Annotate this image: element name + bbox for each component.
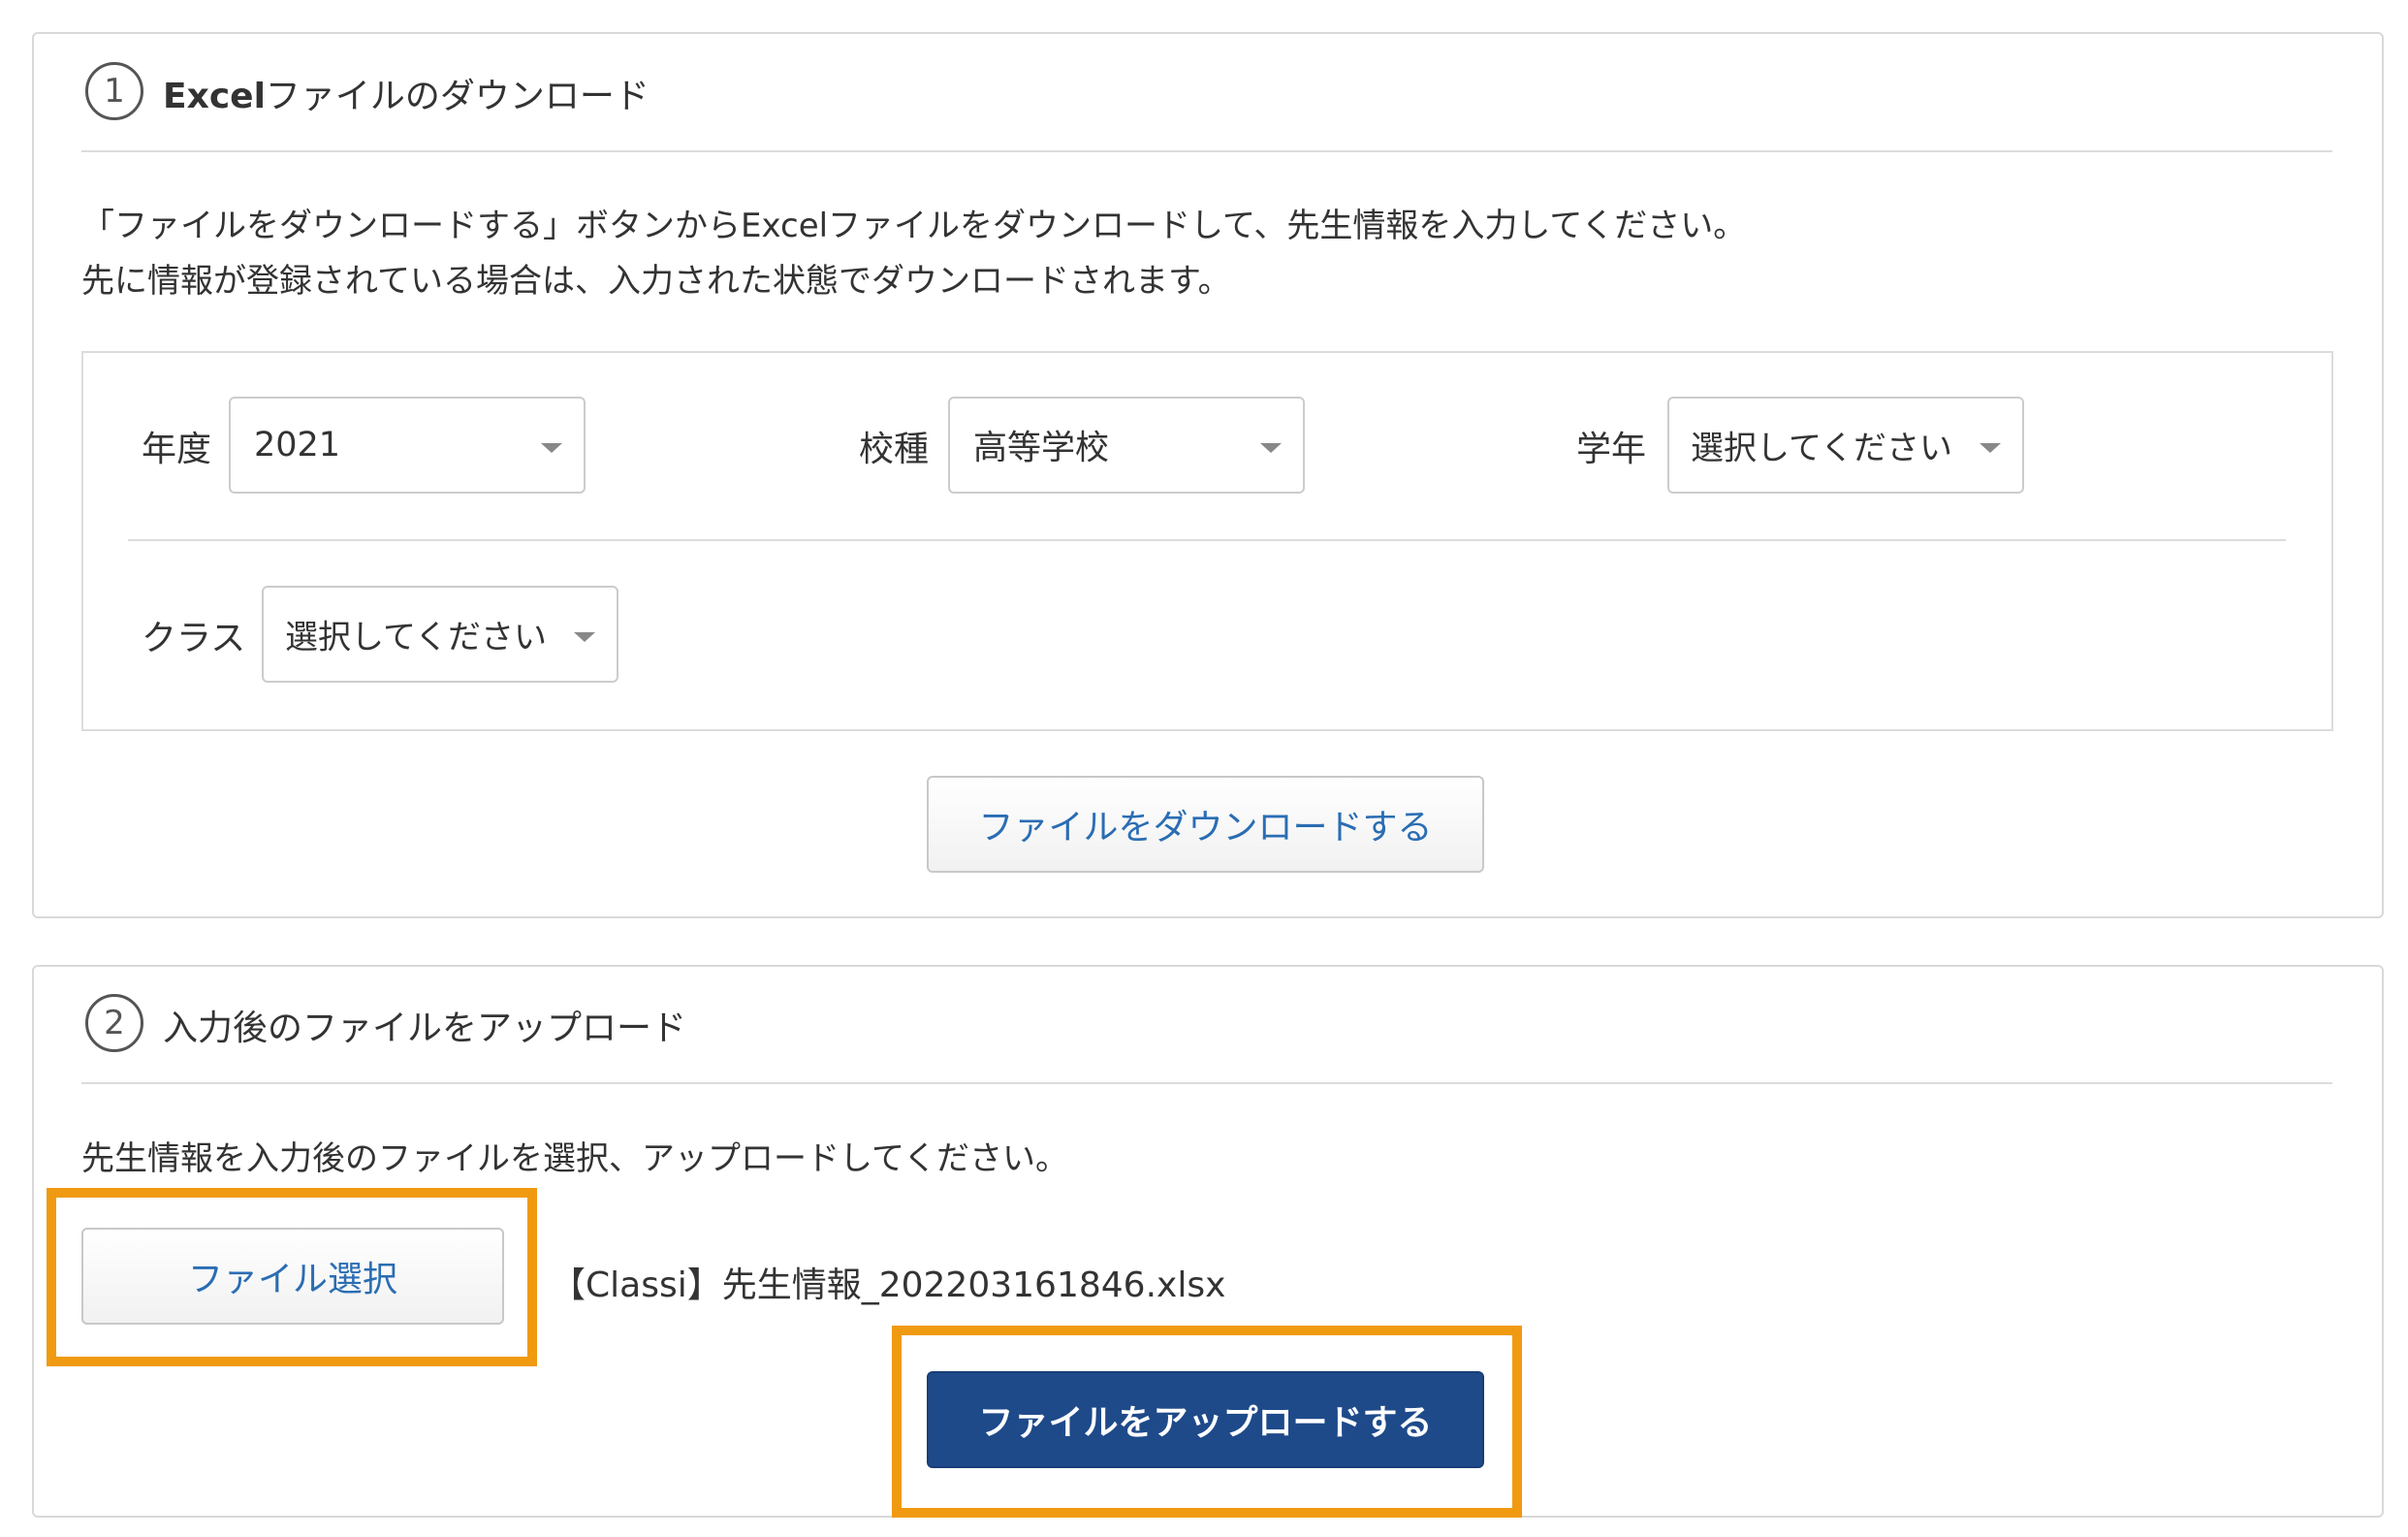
download-file-button-label: ファイルをダウンロードする [978,808,1433,848]
school-type-select[interactable]: 高等学校 [948,397,1305,494]
class-select[interactable]: 選択してください [262,586,618,683]
grade-select-value: 選択してください [1691,429,1952,468]
section-1-description-line-2: 先に情報が登録されている場合は、入力された状態でダウンロードされます。 [81,262,1231,301]
school-type-label: 校種 [859,430,930,469]
year-label: 年度 [142,430,212,469]
step-1-number-text: 1 [104,72,125,111]
upload-file-button-label: ファイルをアップロードする [978,1403,1433,1443]
grade-label: 学年 [1576,430,1647,469]
chevron-down-icon [1260,443,1282,453]
section-2-divider [81,1082,2332,1084]
year-select[interactable]: 2021 [229,397,586,494]
class-select-value: 選択してください [285,618,547,657]
school-type-select-value: 高等学校 [973,429,1110,468]
section-2-title: 入力後のファイルをアップロード [163,1009,687,1048]
step-2-number-text: 2 [104,1004,125,1042]
class-label: クラス [142,619,246,658]
section-1-title-rest: ファイルのダウンロード [265,77,650,116]
file-select-button-label: ファイル選択 [187,1260,397,1299]
section-1-title: Excelファイルのダウンロード [163,68,650,118]
selected-file-name: 【Classi】先生情報_202203161846.xlsx [551,1265,1226,1305]
section-1-title-bold: Excel [163,77,266,116]
chevron-down-icon [541,443,562,453]
step-1-number: 1 [85,62,143,120]
upload-file-button[interactable]: ファイルをアップロードする [927,1371,1484,1468]
filter-row-divider [128,539,2286,541]
step-2-number: 2 [85,994,143,1052]
grade-select[interactable]: 選択してください [1667,397,2024,494]
section-1-description-line-1: 「ファイルをダウンロードする」ボタンからExcelファイルをダウンロードして、先… [81,207,1747,245]
chevron-down-icon [574,632,595,642]
section-1-divider [81,150,2332,152]
file-select-button[interactable]: ファイル選択 [81,1228,504,1325]
year-select-value: 2021 [254,426,341,464]
section-2-description: 先生情報を入力後のファイルを選択、アップロードしてください。 [81,1139,1068,1178]
download-file-button[interactable]: ファイルをダウンロードする [927,776,1484,873]
chevron-down-icon [1980,443,2001,453]
